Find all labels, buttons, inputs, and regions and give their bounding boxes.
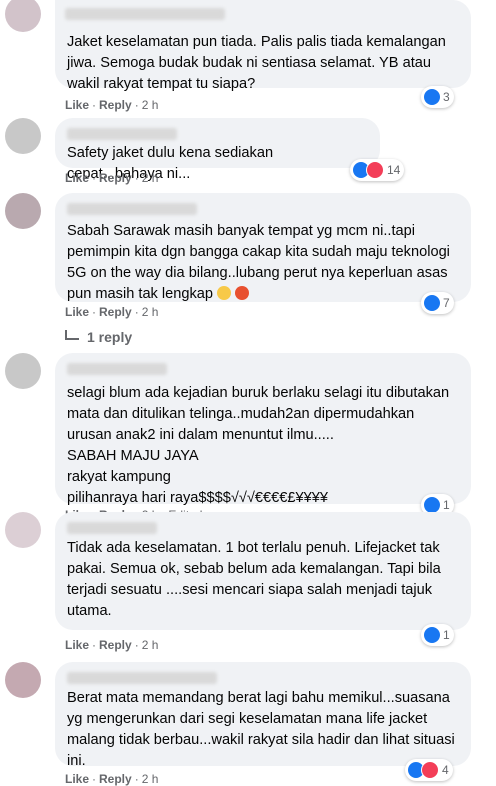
separator: · xyxy=(92,772,97,786)
reaction-count: 4 xyxy=(442,763,449,777)
love-icon xyxy=(366,161,384,179)
commenter-name[interactable] xyxy=(67,128,177,140)
comment-actions: Like · Reply · 2 h xyxy=(65,638,158,652)
comment-text: Jaket keselamatan pun tiada. Palis palis… xyxy=(67,34,450,92)
angry-emoji-icon xyxy=(235,286,250,300)
reply-button[interactable]: Reply xyxy=(99,171,132,185)
reaction-count: 1 xyxy=(443,498,450,512)
reaction-summary[interactable]: 7 xyxy=(421,292,454,314)
comment-bubble: Safety jaket dulu kena sediakan cepat...… xyxy=(55,118,380,182)
reply-arrow-icon xyxy=(65,330,79,340)
comment-actions: Like · Reply · 2 h xyxy=(65,772,158,786)
separator: · xyxy=(134,171,139,185)
reaction-count: 1 xyxy=(443,628,450,642)
separator: · xyxy=(92,638,97,652)
timestamp[interactable]: 2 h xyxy=(142,305,159,319)
avatar[interactable] xyxy=(5,512,41,548)
timestamp[interactable]: 2 h xyxy=(142,772,159,786)
comment-actions: Like · Reply · 2 h xyxy=(65,171,158,185)
commenter-name[interactable] xyxy=(67,363,167,375)
comment-bubble: Sabah Sarawak masih banyak tempat yg mcm… xyxy=(55,193,471,302)
separator: · xyxy=(134,98,139,112)
avatar[interactable] xyxy=(5,118,41,154)
comment-text: selagi blum ada kejadian buruk berlaku s… xyxy=(67,385,450,506)
replies-count[interactable]: 1 reply xyxy=(87,329,132,345)
like-button[interactable]: Like xyxy=(65,638,89,652)
comment-text: Tidak ada keselamatan. 1 bot terlalu pen… xyxy=(67,540,445,619)
like-icon xyxy=(424,295,440,311)
commenter-name[interactable] xyxy=(67,203,197,215)
avatar[interactable] xyxy=(5,193,41,229)
like-button[interactable]: Like xyxy=(65,171,89,185)
comment-text: Berat mata memandang berat lagi bahu mem… xyxy=(67,690,459,769)
avatar[interactable] xyxy=(5,353,41,389)
separator: · xyxy=(92,98,97,112)
rolling-eyes-emoji-icon xyxy=(217,286,232,300)
reply-button[interactable]: Reply xyxy=(99,98,132,112)
separator: · xyxy=(134,772,139,786)
reaction-count: 14 xyxy=(387,163,401,177)
reaction-summary[interactable]: 4 xyxy=(405,759,453,781)
comment-bubble: Tidak ada keselamatan. 1 bot terlalu pen… xyxy=(55,512,471,630)
like-button[interactable]: Like xyxy=(65,772,89,786)
avatar[interactable] xyxy=(5,0,41,32)
like-icon xyxy=(424,627,440,643)
reaction-summary[interactable]: 3 xyxy=(421,86,454,108)
reply-button[interactable]: Reply xyxy=(99,772,132,786)
timestamp[interactable]: 2 h xyxy=(142,171,159,185)
timestamp[interactable]: 2 h xyxy=(142,98,159,112)
view-replies-link[interactable]: 1 reply xyxy=(65,329,132,345)
comment-text: Sabah Sarawak masih banyak tempat yg mcm… xyxy=(67,221,459,305)
reaction-summary[interactable]: 14 xyxy=(350,159,405,181)
commenter-name[interactable] xyxy=(65,8,225,20)
reply-button[interactable]: Reply xyxy=(99,305,132,319)
separator: · xyxy=(92,171,97,185)
like-icon xyxy=(424,89,440,105)
like-button[interactable]: Like xyxy=(65,305,89,319)
reaction-count: 7 xyxy=(443,296,450,310)
commenter-name[interactable] xyxy=(67,522,157,534)
separator: · xyxy=(134,638,139,652)
reaction-summary[interactable]: 1 xyxy=(421,624,454,646)
comment-bubble: selagi blum ada kejadian buruk berlaku s… xyxy=(55,353,471,506)
timestamp[interactable]: 2 h xyxy=(142,638,159,652)
avatar[interactable] xyxy=(5,662,41,698)
separator: · xyxy=(92,305,97,319)
comment-bubble: Berat mata memandang berat lagi bahu mem… xyxy=(55,662,471,769)
reaction-count: 3 xyxy=(443,90,450,104)
separator: · xyxy=(134,305,139,319)
commenter-name[interactable] xyxy=(67,672,217,684)
reply-button[interactable]: Reply xyxy=(99,638,132,652)
like-button[interactable]: Like xyxy=(65,98,89,112)
like-icon xyxy=(424,497,440,513)
love-icon xyxy=(421,761,439,779)
comment-actions: Like · Reply · 2 h xyxy=(65,305,158,319)
comment-actions: Like · Reply · 2 h xyxy=(65,98,158,112)
comment-text-body: Sabah Sarawak masih banyak tempat yg mcm… xyxy=(67,223,454,302)
